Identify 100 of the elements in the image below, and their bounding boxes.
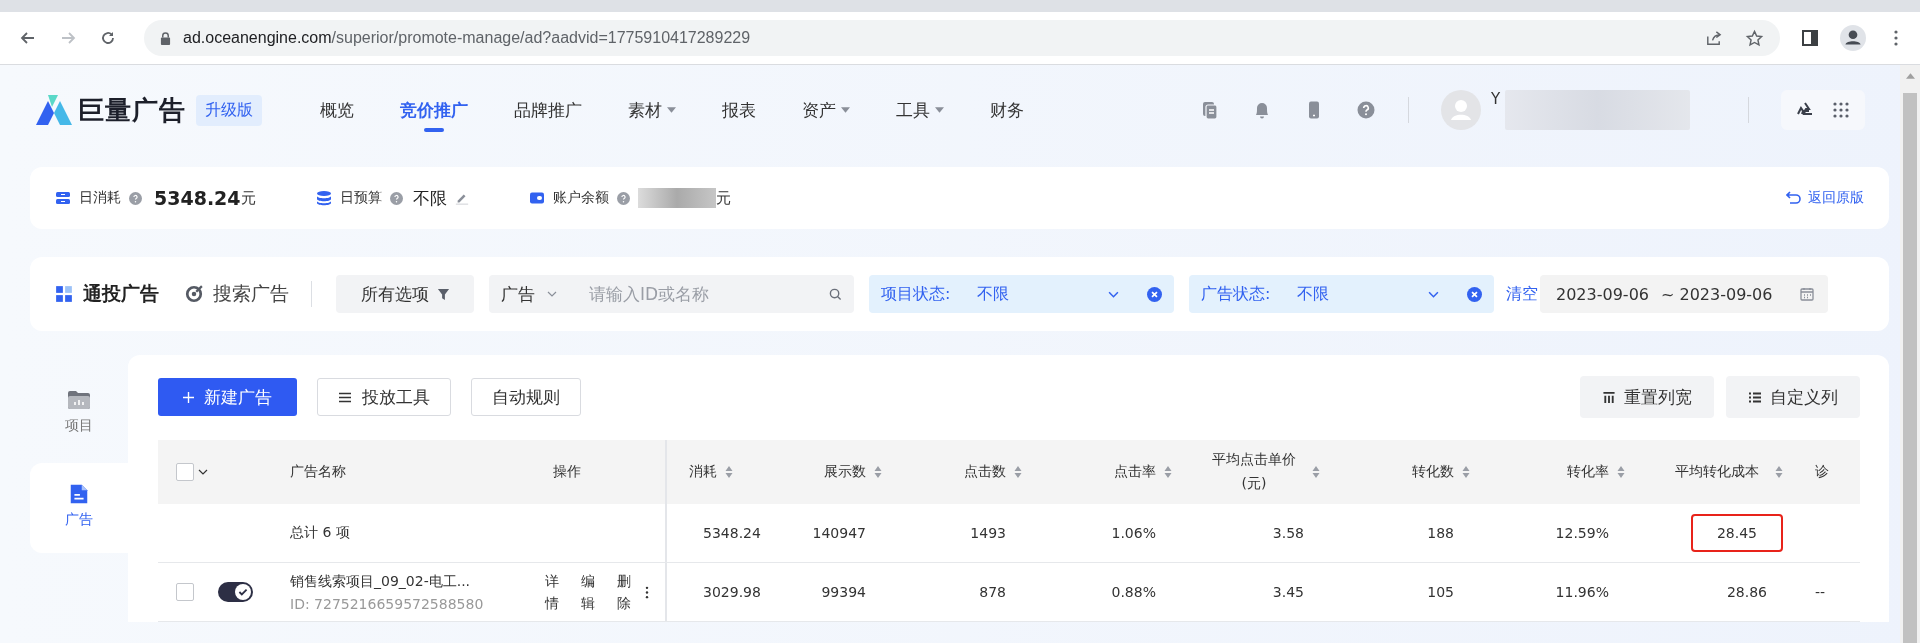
all-options-button[interactable]: 所有选项 xyxy=(336,275,474,313)
column-header: 操作 xyxy=(545,440,667,504)
nav-tab[interactable]: 概览 xyxy=(320,66,354,154)
check-icon xyxy=(237,586,249,598)
select-all-checkbox[interactable] xyxy=(176,463,194,481)
custom-columns-button[interactable]: 自定义列 xyxy=(1726,376,1860,418)
currency-unit: 元 xyxy=(715,188,731,208)
database-icon xyxy=(315,190,332,206)
stat-label: 账户余额 xyxy=(552,189,609,207)
table-cell-text: 0.88% xyxy=(1110,583,1157,602)
side-panel-icon[interactable] xyxy=(1800,28,1820,48)
column-header[interactable]: 转化数 xyxy=(1412,463,1470,481)
ad-type-tab[interactable]: 通投广告 xyxy=(55,281,159,307)
table-cell: 28.45 xyxy=(1692,516,1781,550)
sort-icon[interactable] xyxy=(1775,465,1783,479)
nav-tab[interactable]: 资产 xyxy=(802,66,850,154)
side-nav-item[interactable]: 项目 xyxy=(30,375,128,435)
search-scope-select[interactable]: 广告 xyxy=(501,282,587,306)
clear-icon[interactable] xyxy=(1147,286,1162,302)
grid-icon xyxy=(1831,100,1851,120)
table-cell-text: 3.58 xyxy=(1271,524,1305,543)
ad-id: ID: 7275216659572588580 xyxy=(290,595,484,612)
table-cell-text: 99394 xyxy=(820,583,867,602)
sort-icon[interactable] xyxy=(1462,465,1470,479)
sort-icon[interactable] xyxy=(1014,465,1022,479)
toggle-switch[interactable] xyxy=(218,582,253,602)
document-icon[interactable] xyxy=(1200,100,1220,120)
table-cell-text: 1.06% xyxy=(1110,524,1157,543)
table-cell-text: 3.45 xyxy=(1271,583,1305,602)
plus-icon xyxy=(183,391,194,403)
date-range-field[interactable]: 2023-09-06 ~ 2023-09-06 xyxy=(1540,275,1828,313)
sort-icon[interactable] xyxy=(725,465,733,479)
row-checkbox[interactable] xyxy=(176,583,194,601)
delivery-tools-button[interactable]: 投放工具 xyxy=(317,378,451,416)
user-name: Y xyxy=(1491,90,1501,108)
calendar-icon xyxy=(1800,287,1814,301)
ad-name-link[interactable]: 销售线索项目_09_02-电工... xyxy=(290,572,471,591)
lock-icon xyxy=(160,31,171,45)
list-icon xyxy=(338,390,352,404)
profile-icon[interactable] xyxy=(1840,25,1866,51)
columns-icon xyxy=(1602,390,1616,404)
status-select[interactable]: 广告状态: 不限 xyxy=(1189,275,1494,313)
help-icon[interactable] xyxy=(389,191,403,205)
sort-icon[interactable] xyxy=(874,465,882,479)
app-switcher[interactable] xyxy=(1781,90,1865,130)
stat-label: 日消耗 xyxy=(79,189,121,207)
column-header[interactable]: 平均转化成本 xyxy=(1667,460,1783,484)
column-header[interactable]: 平均点击单价(元) xyxy=(1204,448,1320,496)
new-ad-button[interactable]: 新建广告 xyxy=(158,378,297,416)
column-header[interactable]: 展示数 xyxy=(824,463,882,481)
ad-type-tab[interactable]: 搜索广告 xyxy=(185,281,289,307)
sort-icon[interactable] xyxy=(1312,465,1320,479)
wallet-icon xyxy=(528,190,545,206)
edition-badge: 升级版 xyxy=(196,94,262,126)
logo-icon xyxy=(34,93,74,127)
list-icon xyxy=(1748,390,1762,404)
reset-column-width-button[interactable]: 重置列宽 xyxy=(1580,376,1714,418)
nav-tab[interactable]: 竞价推广 xyxy=(400,66,468,154)
clear-icon[interactable] xyxy=(1467,286,1482,302)
action-link[interactable]: 编辑 xyxy=(581,569,595,615)
sort-icon[interactable] xyxy=(1617,465,1625,479)
more-icon[interactable] xyxy=(645,585,649,599)
action-link[interactable]: 删除 xyxy=(617,569,631,615)
auto-rules-button[interactable]: 自动规则 xyxy=(471,378,581,416)
column-header[interactable]: 点击率 xyxy=(1114,463,1172,481)
filter-icon xyxy=(436,287,450,301)
column-header[interactable]: 转化率 xyxy=(1567,463,1625,481)
currency-unit: 元 xyxy=(240,188,256,208)
column-header[interactable]: 诊 xyxy=(1815,463,1829,481)
nav-tab[interactable]: 工具 xyxy=(896,66,944,154)
table-cell-text: 140947 xyxy=(811,524,867,543)
table-cell-text: 188 xyxy=(1426,524,1455,543)
address-bar[interactable]: ad.oceanengine.com/superior/promote-manage/ad?aadvid=1775910417289229 xyxy=(144,20,1780,56)
back-to-classic-link[interactable]: 返回原版 xyxy=(1786,189,1864,207)
chevron-down-icon xyxy=(1108,290,1119,298)
clear-link[interactable]: 清空 xyxy=(1506,283,1538,305)
status-select[interactable]: 项目状态: 不限 xyxy=(869,275,1174,313)
help-icon[interactable] xyxy=(1356,100,1376,120)
table-cell-text: -- xyxy=(1814,584,1826,600)
nav-tab[interactable]: 财务 xyxy=(990,66,1024,154)
help-icon[interactable] xyxy=(129,191,142,205)
sort-icon[interactable] xyxy=(1164,465,1172,479)
side-nav-item[interactable]: 广告 xyxy=(30,463,128,553)
nav-tab[interactable]: 素材 xyxy=(628,66,676,154)
column-header[interactable]: 消耗 xyxy=(689,463,733,481)
search-field[interactable]: 广告 请输入ID或名称 xyxy=(489,275,854,313)
budget-value: 不限 xyxy=(412,186,447,210)
scroll-up-icon[interactable] xyxy=(1905,73,1915,79)
nav-tab[interactable]: 品牌推广 xyxy=(514,66,582,154)
chevron-down-icon[interactable] xyxy=(198,469,208,475)
grid-icon xyxy=(55,285,73,303)
action-link[interactable]: 详情 xyxy=(545,569,559,615)
nav-tab[interactable]: 报表 xyxy=(722,66,756,154)
star-icon[interactable] xyxy=(1745,28,1764,48)
help-icon[interactable] xyxy=(616,191,630,205)
column-header[interactable]: 点击数 xyxy=(964,463,1022,481)
table-cell-text: 105 xyxy=(1426,583,1455,602)
undo-icon xyxy=(1786,190,1802,206)
scrollbar[interactable] xyxy=(1900,65,1920,643)
target-icon xyxy=(185,285,203,303)
